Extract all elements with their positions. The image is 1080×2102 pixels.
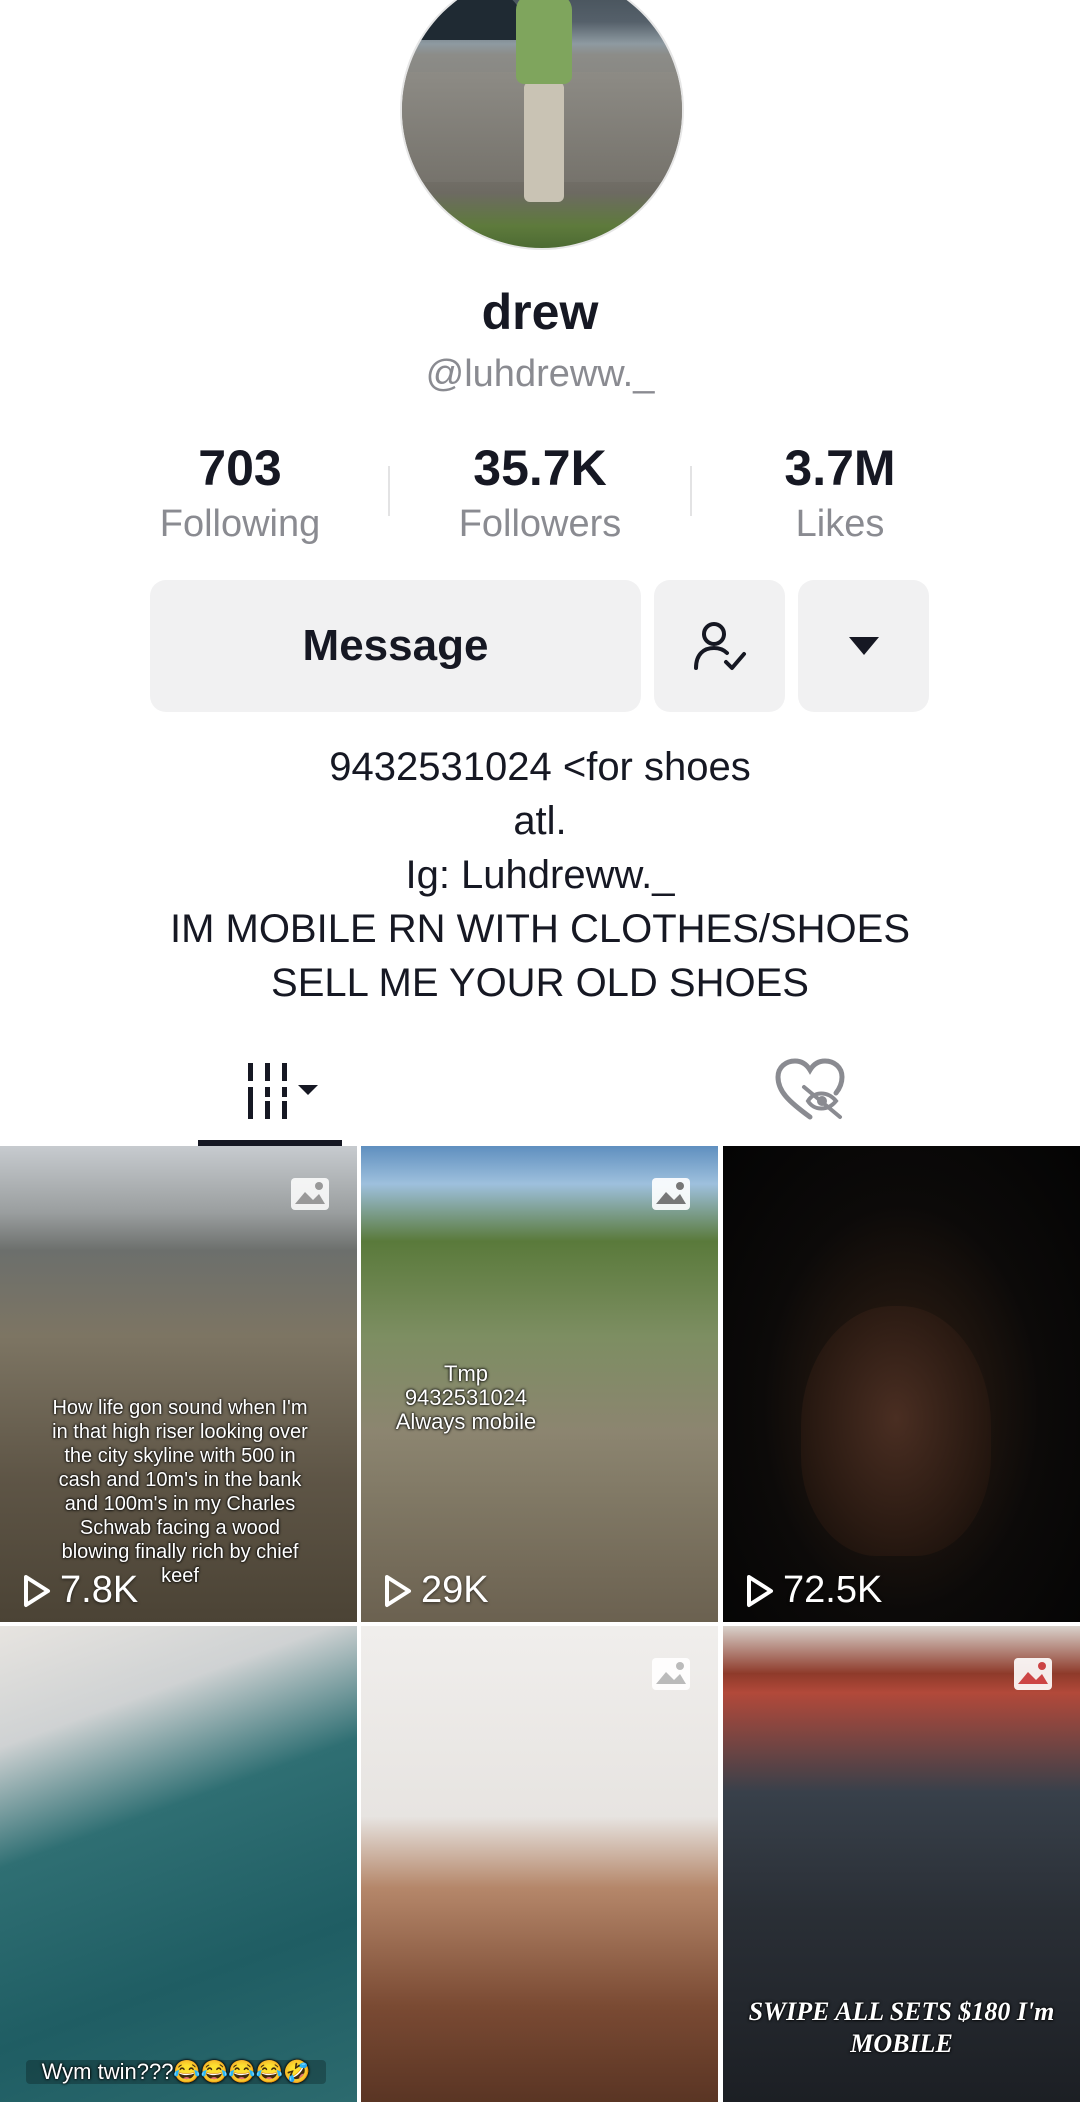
play-icon	[747, 1574, 773, 1607]
stat-following-value: 703	[198, 440, 282, 496]
profile-bio: 9432531024 <for shoes atl. Ig: Luhdreww.…	[0, 740, 1080, 1010]
stat-likes-label: Likes	[795, 503, 885, 545]
photo-post-icon	[1014, 1658, 1052, 1690]
stat-divider	[690, 466, 692, 516]
tab-liked[interactable]	[770, 1050, 850, 1130]
avatar-car	[412, 0, 522, 40]
view-count: 29K	[383, 1569, 489, 1612]
message-button[interactable]: Message	[150, 580, 641, 712]
stat-likes[interactable]: 3.7M Likes	[720, 440, 960, 546]
view-count: 7.8K	[22, 1569, 138, 1612]
view-count-value: 7.8K	[60, 1569, 139, 1611]
profile-tabs	[0, 1040, 1080, 1148]
user-check-icon	[693, 622, 746, 670]
video-tile[interactable]	[361, 1626, 718, 2102]
stat-likes-value: 3.7M	[784, 440, 896, 496]
stat-followers-label: Followers	[458, 503, 622, 545]
display-name: drew	[481, 284, 599, 340]
photo-post-icon	[291, 1178, 329, 1210]
video-caption: Tmp 9432531024 Always mobile	[395, 1361, 537, 1434]
view-count-value: 72.5K	[783, 1569, 883, 1611]
bio-line: Ig: Luhdreww._	[405, 853, 675, 897]
video-caption: How life gon sound when I'm in that high…	[52, 1397, 308, 1587]
message-button-label: Message	[302, 621, 489, 670]
stat-followers-value: 35.7K	[473, 440, 607, 496]
video-thumbnail-face	[801, 1306, 991, 1556]
bio-line: 9432531024 <for shoes	[329, 745, 751, 789]
video-tile[interactable]: SWIPE ALL SETS $180 I'm MOBILE	[723, 1626, 1080, 2102]
stat-divider	[388, 466, 390, 516]
play-icon	[385, 1574, 411, 1607]
caret-down-icon	[848, 637, 879, 655]
play-icon	[24, 1574, 50, 1607]
following-button[interactable]	[654, 580, 785, 712]
photo-post-icon	[652, 1178, 690, 1210]
view-count: 72.5K	[745, 1569, 882, 1612]
stat-followers[interactable]: 35.7K Followers	[420, 440, 660, 546]
grid-columns-icon	[248, 1063, 318, 1119]
tab-videos[interactable]	[198, 1040, 342, 1142]
video-caption: Wym twin???😂😂😂😂🤣	[26, 2060, 326, 2084]
video-caption: SWIPE ALL SETS $180 I'm MOBILE	[748, 1997, 1055, 2058]
stat-following[interactable]: 703 Following	[120, 440, 360, 546]
profile-avatar[interactable]	[400, 0, 684, 250]
bio-line: IM MOBILE RN WITH CLOTHES/SHOES	[169, 907, 911, 951]
video-tile[interactable]: 72.5K	[723, 1146, 1080, 1622]
username-handle: @luhdreww._	[425, 353, 655, 395]
video-tile[interactable]: How life gon sound when I'm in that high…	[0, 1146, 357, 1622]
stat-following-label: Following	[159, 503, 321, 545]
bio-line: atl.	[513, 799, 567, 843]
view-count-value: 29K	[421, 1569, 489, 1611]
suggested-accounts-button[interactable]	[798, 580, 929, 712]
avatar-person	[514, 0, 572, 212]
bio-line: SELL ME YOUR OLD SHOES	[271, 961, 809, 1005]
video-tile[interactable]: Tmp 9432531024 Always mobile 29K	[361, 1146, 718, 1622]
photo-post-icon	[652, 1658, 690, 1690]
hidden-heart-icon	[775, 1058, 845, 1120]
video-tile[interactable]: Wym twin???😂😂😂😂🤣	[0, 1626, 357, 2102]
